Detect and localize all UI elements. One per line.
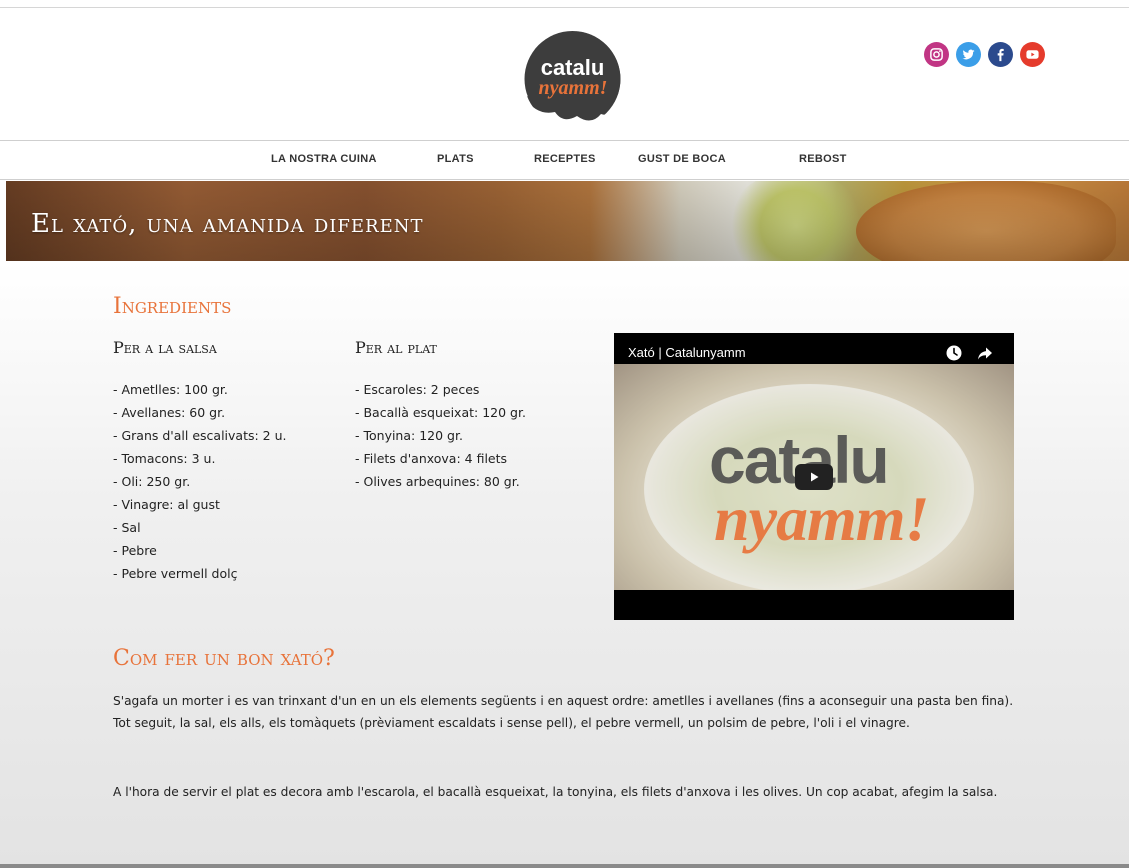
list-item: - Avellanes: 60 gr. — [113, 405, 226, 420]
video-watermark-line2: nyamm! — [714, 483, 929, 554]
list-item: - Filets d'anxova: 4 filets — [355, 451, 508, 466]
list-item: - Sal — [113, 520, 141, 535]
youtube-icon[interactable] — [1020, 42, 1045, 67]
nav-item-la-nostra-cuina[interactable]: LA NOSTRA CUINA — [271, 153, 377, 165]
list-item: - Tomacons: 3 u. — [113, 451, 216, 466]
list-item: - Tonyina: 120 gr. — [355, 428, 463, 443]
nav-item-rebost[interactable]: REBOST — [799, 153, 847, 165]
video-title[interactable]: Xató | Catalunyamm — [628, 345, 746, 360]
logo-text-line2: nyamm! — [539, 77, 608, 99]
nav-item-receptes[interactable]: RECEPTES — [534, 153, 596, 165]
list-item: - Escaroles: 2 peces — [355, 382, 480, 397]
list-item: - Bacallà esqueixat: 120 gr. — [355, 405, 526, 420]
list-item: - Oli: 250 gr. — [113, 474, 191, 489]
instagram-icon[interactable] — [924, 42, 949, 67]
plat-ingredient-list: - Escaroles: 2 peces - Bacallà esqueixat… — [355, 378, 526, 493]
list-item: - Pebre vermell dolç — [113, 566, 238, 581]
catalunyamm-logo[interactable]: catalu nyamm! — [521, 28, 624, 132]
ingredients-heading: Ingredients — [113, 294, 232, 319]
watch-later-icon[interactable] — [944, 343, 964, 363]
list-item: - Grans d'all escalivats: 2 u. — [113, 428, 287, 443]
share-icon[interactable] — [975, 343, 995, 363]
list-item: - Pebre — [113, 543, 157, 558]
play-button[interactable] — [795, 464, 833, 490]
method-paragraph: S'agafa un morter i es van trinxant d'un… — [113, 694, 1014, 730]
nav-item-gust-de-boca[interactable]: GUST DE BOCA — [638, 153, 726, 165]
video-thumbnail[interactable]: catalu nyamm! — [614, 364, 1014, 590]
list-item: - Vinagre: al gust — [113, 497, 220, 512]
nav-item-plats[interactable]: PLATS — [437, 153, 474, 165]
serving-paragraph: A l'hora de servir el plat es decora amb… — [113, 785, 998, 799]
twitter-icon[interactable] — [956, 42, 981, 67]
list-item: - Ametlles: 100 gr. — [113, 382, 228, 397]
plat-subheading: Per al plat — [355, 338, 437, 357]
main-nav: LA NOSTRA CUINA PLATS RECEPTES GUST DE B… — [0, 140, 1129, 180]
facebook-icon[interactable] — [988, 42, 1013, 67]
method-heading: Com fer un bon xató? — [113, 646, 335, 671]
footer-divider — [0, 864, 1129, 868]
list-item: - Olives arbequines: 80 gr. — [355, 474, 520, 489]
top-divider — [0, 7, 1129, 8]
social-links — [924, 42, 1045, 67]
video-player[interactable]: Xató | Catalunyamm catalu nyamm! — [614, 333, 1014, 620]
salsa-ingredient-list: - Ametlles: 100 gr. - Avellanes: 60 gr. … — [113, 378, 287, 585]
play-icon — [811, 472, 819, 482]
salsa-subheading: Per a la salsa — [113, 338, 217, 357]
page-title: El xató, una amanida diferent — [31, 209, 424, 239]
